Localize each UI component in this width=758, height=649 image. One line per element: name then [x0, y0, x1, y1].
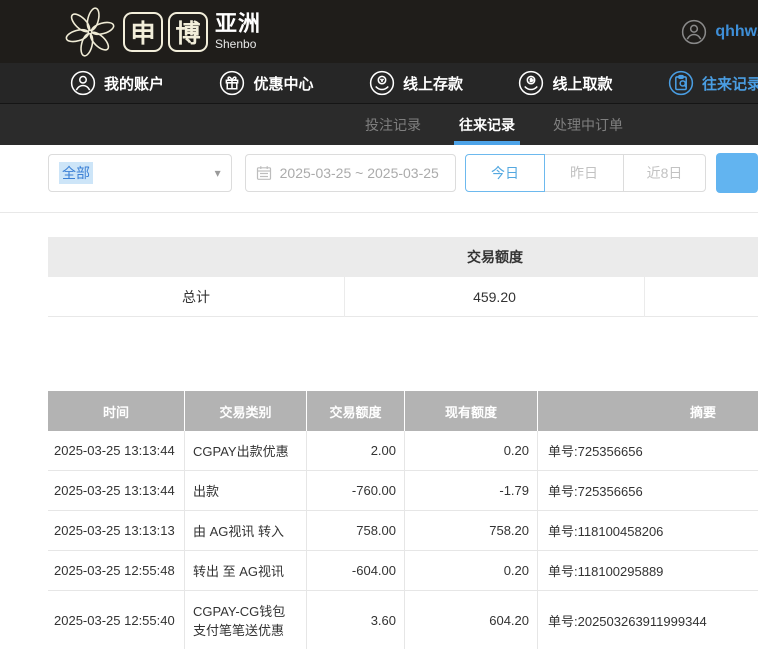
cell-time: 2025-03-25 13:13:13 [48, 511, 185, 550]
flower-logo-icon [62, 4, 118, 60]
cell-category: 转出 至 AG视讯 [185, 551, 307, 590]
cell-remark: 单号:725356656 [548, 444, 643, 459]
cell-category: 由 AG视讯 转入 [185, 511, 307, 550]
cell-amount: -604.00 [307, 551, 405, 590]
user-account-area[interactable]: qhhw2 [681, 19, 758, 45]
summary-total-value: 459.20 [345, 277, 645, 317]
filter-row: 全部 ▾ 2025-03-25 ~ 2025-03-25 今日 昨日 近8日 [48, 153, 758, 193]
category-select-value: 全部 [59, 162, 93, 184]
cell-remark: 单号:202503263911999344 [548, 613, 707, 629]
withdraw-coin-icon [518, 70, 544, 96]
logo-en-label: Shenbo [215, 37, 257, 51]
nav-item-transaction-records[interactable]: 往来记录 [668, 70, 758, 96]
chevron-down-icon: ▾ [214, 166, 221, 180]
category-select[interactable]: 全部 ▾ [48, 154, 232, 192]
cell-time: 2025-03-25 13:13:44 [48, 431, 185, 470]
date-range-value: 2025-03-25 ~ 2025-03-25 [279, 165, 439, 181]
cell-balance: 758.20 [405, 511, 538, 550]
col-header-balance: 现有额度 [405, 391, 538, 431]
cell-balance: 604.20 [405, 591, 538, 649]
today-button[interactable]: 今日 [465, 154, 545, 192]
calendar-icon [256, 165, 272, 181]
tab-pending-orders[interactable]: 处理中订单 [553, 104, 623, 145]
cell-balance: -1.79 [405, 471, 538, 510]
summary-total-row: 总计 459.20 [48, 277, 758, 317]
logo-char-bo: 博 [168, 11, 208, 52]
transactions-table: 时间 交易类别 交易额度 现有额度 摘要 2025-03-25 13:13:44… [48, 391, 758, 649]
cell-category: CGPAY出款优惠 [185, 431, 307, 470]
summary-header-label: 交易额度 [467, 249, 523, 265]
nav-item-label: 线上存款 [402, 75, 463, 93]
gift-circle-icon [219, 70, 245, 96]
col-header-remark: 摘要 [689, 404, 716, 420]
date-range-input[interactable]: 2025-03-25 ~ 2025-03-25 [244, 154, 456, 192]
cell-balance: 0.20 [405, 431, 538, 470]
summary-table: 交易额度 总计 459.20 [48, 237, 758, 317]
summary-total-label: 总计 [48, 277, 345, 317]
cell-balance: 0.20 [405, 551, 538, 590]
cell-remark: 单号:118100458206 [548, 524, 664, 539]
cell-time: 2025-03-25 12:55:40 [48, 591, 185, 649]
tab-transaction-records[interactable]: 往来记录 [454, 104, 520, 145]
summary-empty-cell [645, 277, 758, 317]
yesterday-button[interactable]: 昨日 [544, 154, 624, 192]
last-8-days-button[interactable]: 近8日 [623, 154, 706, 192]
nav-item-deposit[interactable]: 线上存款 [369, 70, 463, 96]
table-row: 2025-03-25 13:13:44 CGPAY出款优惠 2.00 0.20 … [48, 431, 758, 471]
table-header-row: 时间 交易类别 交易额度 现有额度 摘要 [48, 391, 758, 431]
table-row: 2025-03-25 12:55:48 转出 至 AG视讯 -604.00 0.… [48, 551, 758, 591]
quick-date-button-group: 今日 昨日 近8日 [465, 154, 706, 192]
cell-remark: 单号:118100295889 [548, 564, 664, 579]
cell-category: 出款 [185, 471, 307, 510]
record-tabs: 投注记录 往来记录 处理中订单 [0, 104, 758, 145]
logo-region-label: 亚洲 [215, 11, 262, 36]
nav-item-withdraw[interactable]: 线上取款 [518, 70, 612, 96]
logo-text: 亚洲 Shenbo [215, 11, 262, 51]
cell-category: CGPAY-CG钱包支付笔笔送优惠 [185, 591, 307, 649]
table-row: 2025-03-25 13:13:44 出款 -760.00 -1.79 单号:… [48, 471, 758, 511]
tab-betting-records[interactable]: 投注记录 [365, 104, 421, 145]
deposit-coin-icon [369, 70, 395, 96]
cell-time: 2025-03-25 13:13:44 [48, 471, 185, 510]
nav-item-label: 往来记录 [701, 75, 758, 93]
nav-item-label: 优惠中心 [253, 75, 314, 93]
cell-amount: -760.00 [307, 471, 405, 510]
nav-item-label: 线上取款 [552, 75, 613, 93]
cell-amount: 2.00 [307, 431, 405, 470]
records-clipboard-icon [668, 70, 694, 96]
logo-char-shen: 申 [123, 11, 163, 52]
content-area: 全部 ▾ 2025-03-25 ~ 2025-03-25 今日 昨日 近8日 交… [0, 153, 758, 649]
summary-header-row: 交易额度 [48, 237, 758, 277]
main-nav: 我的账户 优惠中心 线上存款 线上取款 往来记录 [0, 63, 758, 104]
search-button[interactable] [716, 153, 758, 193]
nav-item-my-account[interactable]: 我的账户 [70, 70, 164, 96]
cell-amount: 3.60 [307, 591, 405, 649]
nav-item-label: 我的账户 [104, 75, 165, 93]
table-row: 2025-03-25 13:13:13 由 AG视讯 转入 758.00 758… [48, 511, 758, 551]
cell-amount: 758.00 [307, 511, 405, 550]
cell-remark: 单号:725356656 [548, 484, 643, 499]
nav-item-promotions[interactable]: 优惠中心 [219, 70, 314, 96]
username-link[interactable]: qhhw2 [715, 23, 758, 41]
cell-time: 2025-03-25 12:55:48 [48, 551, 185, 590]
top-bar: 申 博 亚洲 Shenbo qhhw2 [0, 0, 758, 63]
col-header-amount: 交易额度 [307, 391, 405, 431]
col-header-time: 时间 [48, 391, 185, 431]
user-circle-icon [70, 70, 96, 96]
user-avatar-icon [681, 19, 707, 45]
section-divider [0, 212, 758, 213]
site-logo[interactable]: 申 博 亚洲 Shenbo [62, 4, 261, 60]
col-header-category: 交易类别 [185, 391, 307, 431]
table-row: 2025-03-25 12:55:40 CGPAY-CG钱包支付笔笔送优惠 3.… [48, 591, 758, 649]
